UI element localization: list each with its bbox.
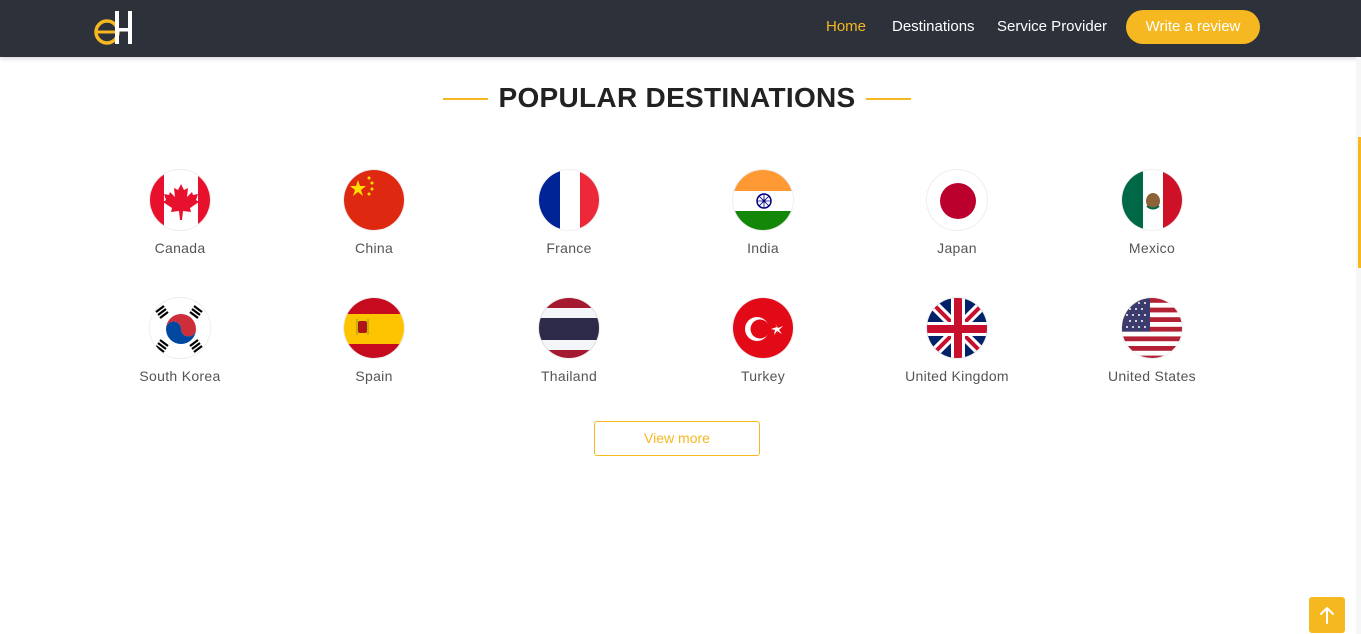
destination-france[interactable]: France xyxy=(489,169,649,256)
france-flag-icon xyxy=(538,169,600,231)
destination-label: United Kingdom xyxy=(905,368,1009,384)
south-korea-flag-icon xyxy=(149,297,211,359)
destination-label: Spain xyxy=(355,368,393,384)
section-title: POPULAR DESTINATIONS xyxy=(498,82,856,113)
destination-thailand[interactable]: Thailand xyxy=(489,297,649,384)
destination-spain[interactable]: Spain xyxy=(294,297,454,384)
destination-united-kingdom[interactable]: United Kingdom xyxy=(877,297,1037,384)
destination-turkey[interactable]: Turkey xyxy=(683,297,843,384)
destination-mexico[interactable]: Mexico xyxy=(1072,169,1232,256)
nav-link-home[interactable]: Home xyxy=(826,18,866,35)
destination-japan[interactable]: Japan xyxy=(877,169,1037,256)
destination-label: United States xyxy=(1108,368,1196,384)
title-right-divider xyxy=(866,98,911,100)
arrow-up-icon xyxy=(1320,607,1334,624)
view-more-button[interactable]: View more xyxy=(594,421,760,456)
destination-india[interactable]: India xyxy=(683,169,843,256)
destination-label: Japan xyxy=(937,240,977,256)
destination-label: Thailand xyxy=(540,368,598,384)
destination-south-korea[interactable]: South Korea xyxy=(100,297,260,384)
site-logo[interactable] xyxy=(93,8,135,46)
mexico-flag-icon xyxy=(1121,169,1183,231)
china-flag-icon xyxy=(343,169,405,231)
destination-united-states[interactable]: United States xyxy=(1072,297,1232,384)
united-states-flag-icon xyxy=(1121,297,1183,359)
destination-label: Mexico xyxy=(1128,240,1176,256)
destination-label: Turkey xyxy=(740,368,786,384)
destination-label: Canada xyxy=(154,240,206,256)
turkey-flag-icon xyxy=(732,297,794,359)
canada-flag-icon xyxy=(149,169,211,231)
nav-link-destinations[interactable]: Destinations xyxy=(892,18,975,35)
united-kingdom-flag-icon xyxy=(926,297,988,359)
nav-link-service-provider[interactable]: Service Provider xyxy=(997,18,1107,35)
destination-label: South Korea xyxy=(139,368,221,384)
destination-label: France xyxy=(546,240,592,256)
thailand-flag-icon xyxy=(538,297,600,359)
destination-canada[interactable]: Canada xyxy=(100,169,260,256)
india-flag-icon xyxy=(732,169,794,231)
top-navbar: Home Destinations Service Provider Write… xyxy=(0,0,1361,57)
destination-china[interactable]: China xyxy=(294,169,454,256)
destination-label: China xyxy=(354,240,394,256)
back-to-top-button[interactable] xyxy=(1309,597,1345,633)
spain-flag-icon xyxy=(343,297,405,359)
destination-label: India xyxy=(747,240,779,256)
write-review-button[interactable]: Write a review xyxy=(1126,10,1260,44)
japan-flag-icon xyxy=(926,169,988,231)
